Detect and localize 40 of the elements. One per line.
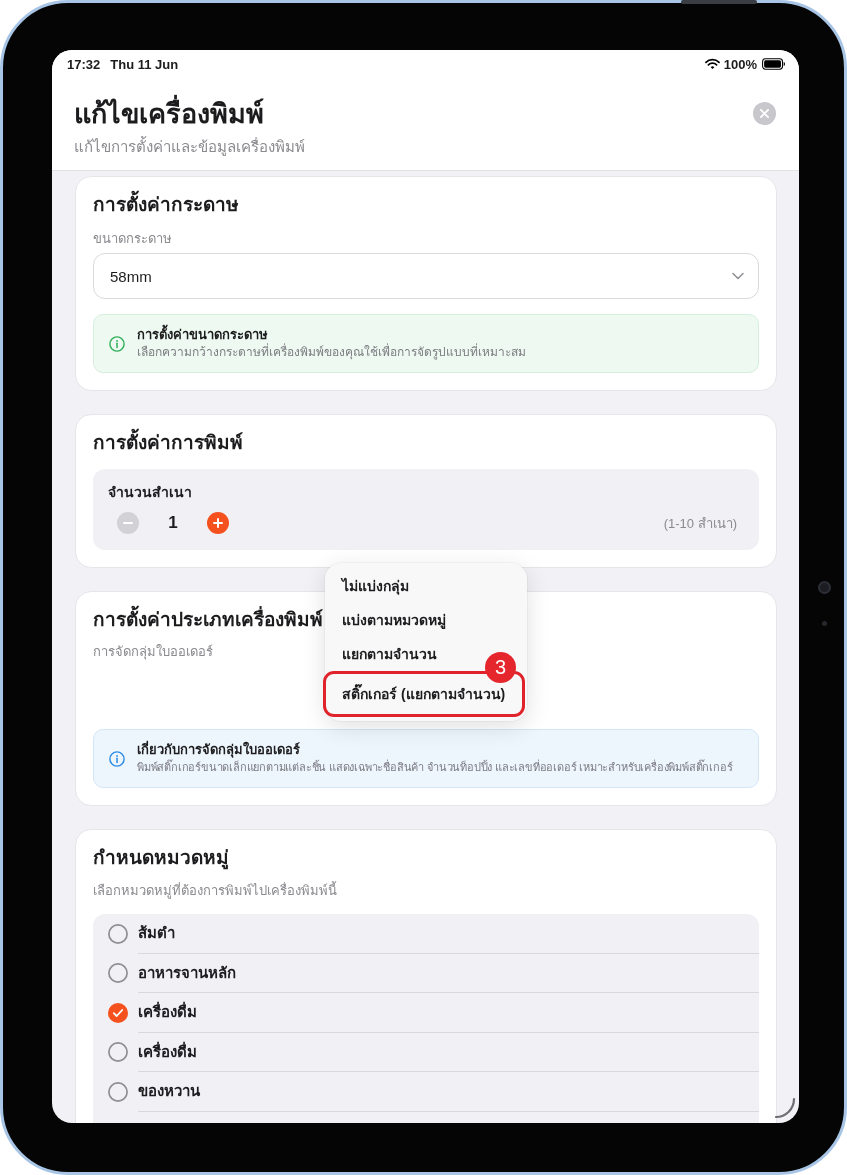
section-subtitle: เลือกหมวดหมู่ที่ต้องการพิมพ์ไปเครื่องพิมพ์นี้ [93, 882, 338, 900]
info-description: เลือกความกว้างกระดาษที่เครื่องพิมพ์ของคุณใช้เพื่อการจัดรูปแบบที่เหมาะสม [137, 344, 527, 361]
callout-badge: 3 [485, 652, 516, 683]
info-icon [109, 750, 125, 767]
menu-option[interactable]: แบ่งตามหมวดหมู่ [325, 603, 527, 637]
info-title: เกี่ยวกับการจัดกลุ่มใบออเดอร์ [137, 741, 301, 759]
camera-icon [818, 581, 831, 594]
close-icon [760, 109, 769, 118]
chevron-down-icon [732, 272, 744, 280]
sensor-icon [822, 621, 827, 626]
category-option[interactable]: ของหวาน [93, 1072, 759, 1112]
wifi-icon [704, 58, 720, 70]
status-time: 17:32 [67, 56, 101, 72]
category-option[interactable]: เครื่องดื่ม [93, 1032, 759, 1072]
info-title: การตั้งค่าขนาดกระดาษ [137, 326, 743, 344]
section-title: กำหนดหมวดหมู่ [93, 846, 230, 871]
field-label: ขนาดกระดาษ [93, 230, 173, 248]
resize-handle-icon[interactable] [774, 1097, 796, 1119]
category-option[interactable]: ส้มตำ [93, 914, 759, 954]
field-label: การจัดกลุ่มใบออเดอร์ [93, 643, 213, 661]
battery-percent: 100% [723, 56, 757, 72]
category-option[interactable]: อาหารจานหลัก [93, 953, 759, 993]
page-title: แก้ไขเครื่องพิมพ์ [74, 96, 753, 132]
battery-icon [762, 58, 785, 70]
section-title: การตั้งค่าประเภทเครื่องพิมพ์ [93, 607, 323, 633]
increment-button[interactable] [207, 512, 229, 534]
menu-option[interactable]: ไม่แบ่งกลุ่ม [325, 569, 527, 603]
copies-count: 1 [167, 513, 179, 533]
status-date: Thu 11 Jun [110, 56, 179, 72]
paper-size-select[interactable]: 58mm [93, 253, 759, 299]
info-description: พิมพ์สติ๊กเกอร์ขนาดเล็กแยกตามแต่ละชิ้น แสดงเฉพาะชื่อสินค้า จำนวนท็อปปิ้ง และเลขที่ออเดอร์ เหมาะสำหรับเครื่องพิมพ์สติ๊กเกอร์ [137, 759, 734, 775]
copies-label: จำนวนสำเนา [108, 483, 193, 502]
copies-range: (1-10 สำเนา) [663, 514, 737, 533]
section-title: การตั้งค่าการพิมพ์ [93, 430, 759, 456]
section-title: การตั้งค่ากระดาษ [93, 192, 759, 218]
info-icon [109, 335, 125, 352]
page-subtitle: แก้ไขการตั้งค่าและข้อมูลเครื่องพิมพ์ [74, 137, 306, 157]
category-option[interactable]: เครื่องดื่ม [93, 993, 759, 1033]
minus-icon [123, 522, 133, 524]
plus-icon [213, 518, 223, 528]
